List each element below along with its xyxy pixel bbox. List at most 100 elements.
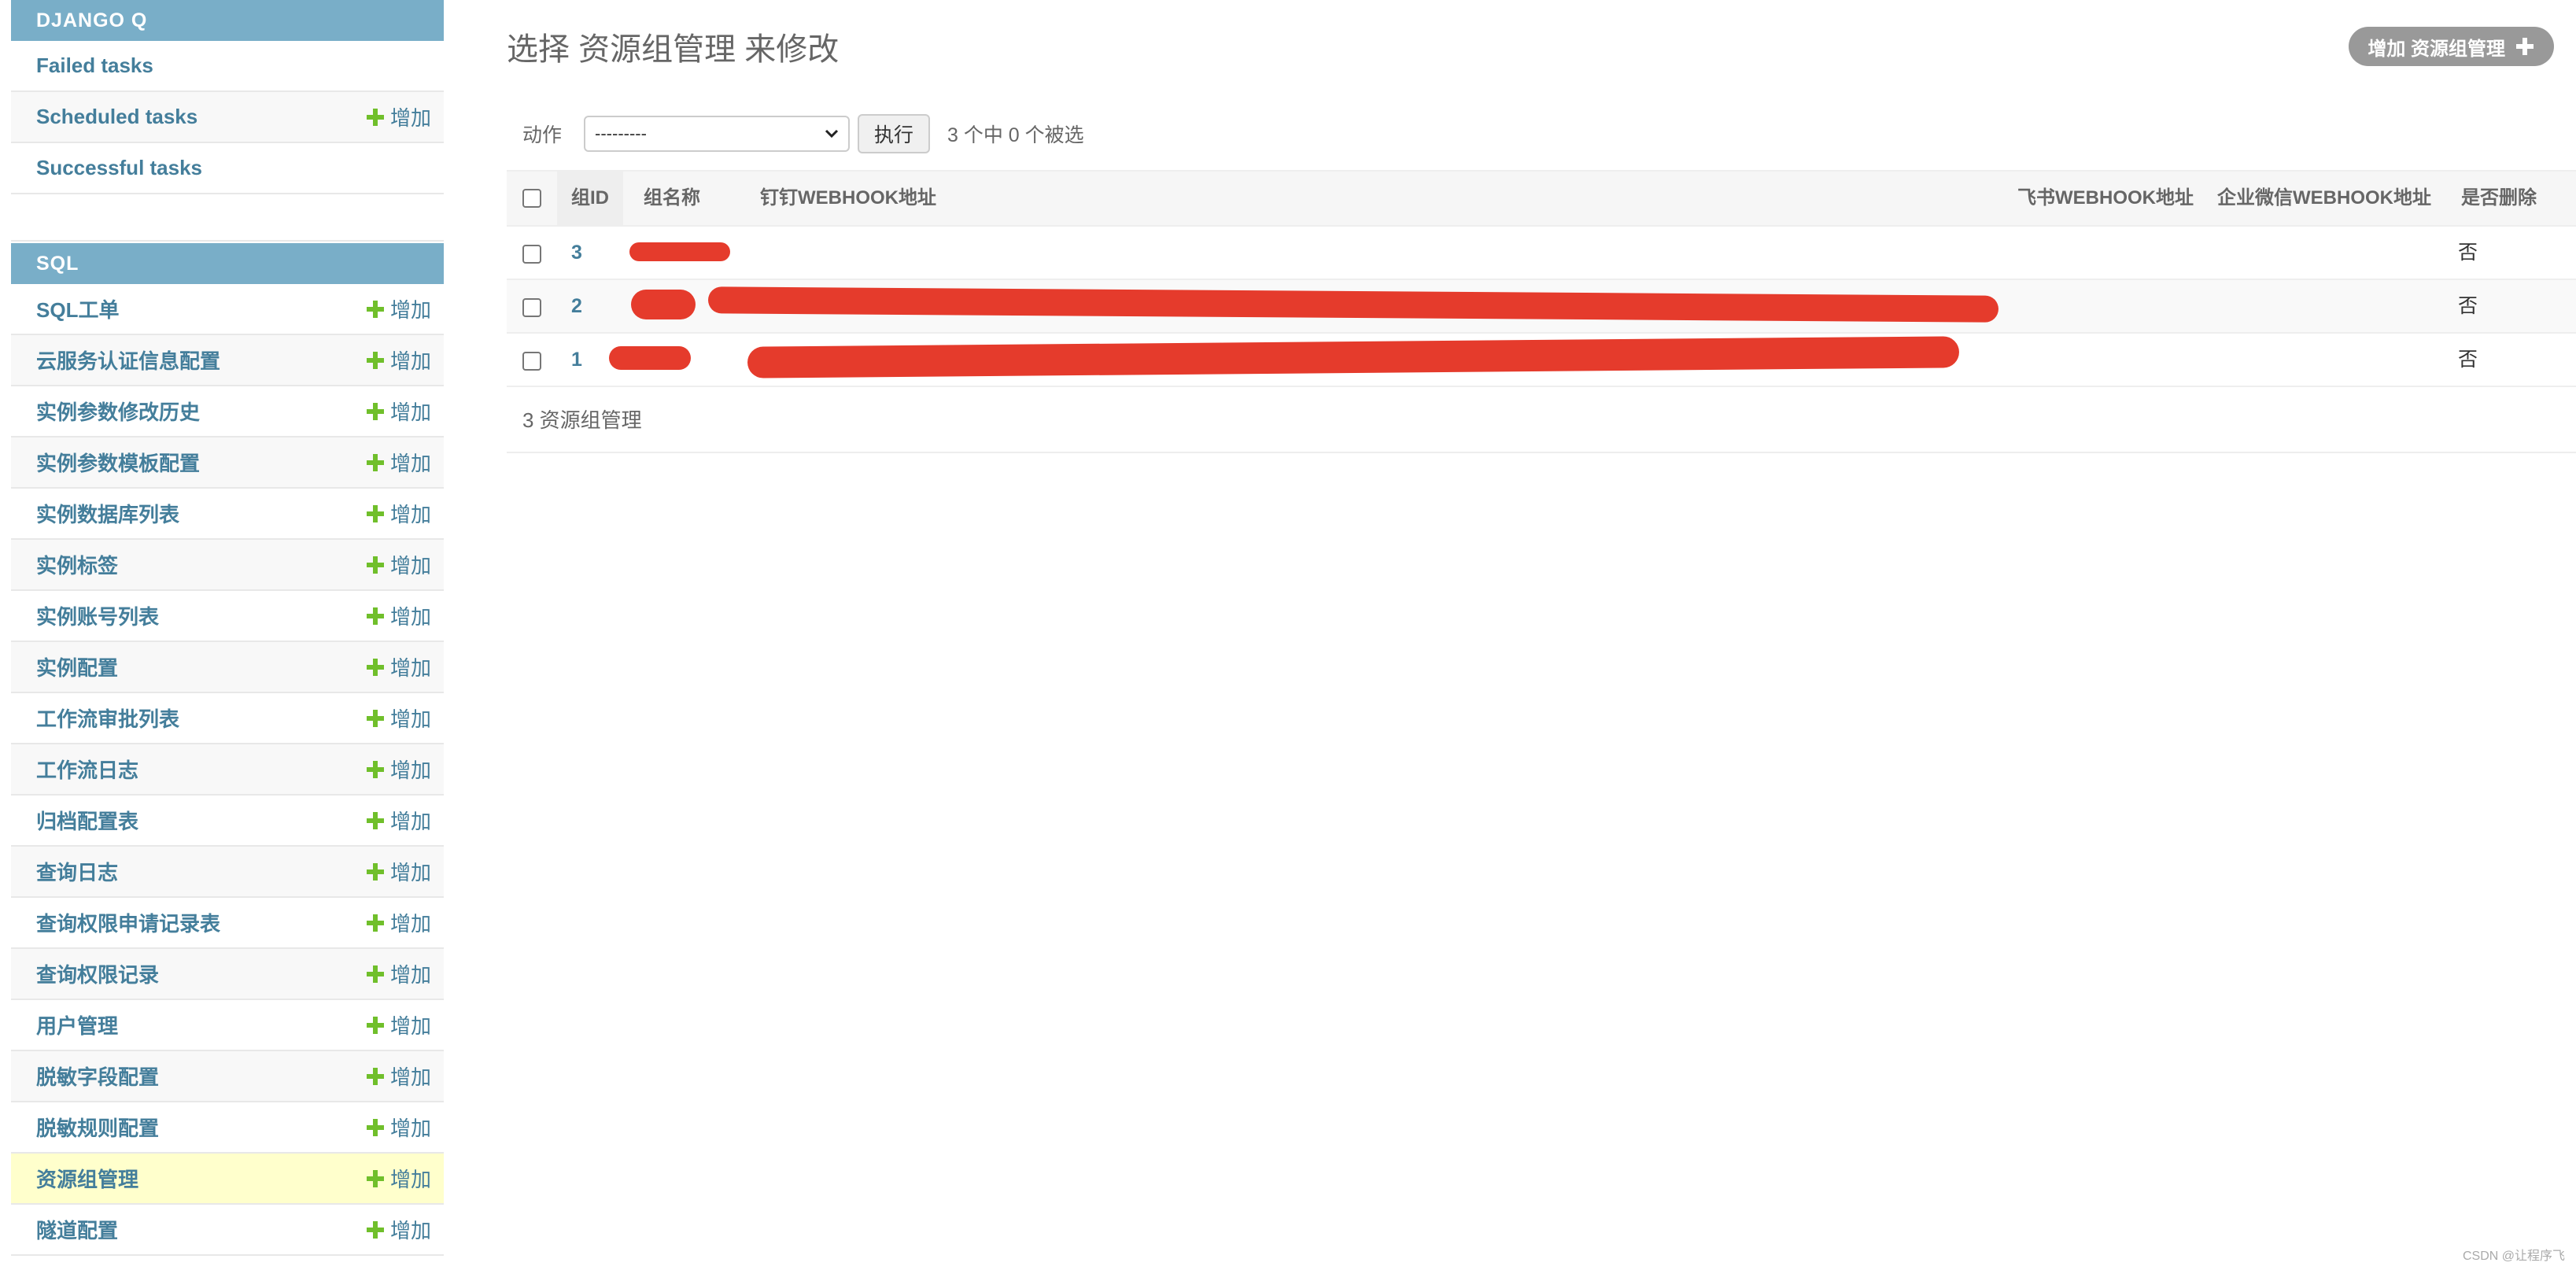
sidebar-item-archive-config[interactable]: 归档配置表 增加 (11, 796, 444, 847)
sidebar-item-masking-rule-config[interactable]: 脱敏规则配置 增加 (11, 1102, 444, 1154)
sidebar-item-label[interactable]: 用户管理 (36, 1010, 118, 1039)
sidebar-item-instance-accounts[interactable]: 实例账号列表 增加 (11, 591, 444, 642)
sidebar-item-user-management[interactable]: 用户管理 增加 (11, 1000, 444, 1051)
sidebar-item-label[interactable]: 工作流日志 (36, 755, 138, 784)
sidebar-item-cloud-auth-config[interactable]: 云服务认证信息配置 增加 (11, 335, 444, 386)
sidebar-item-label[interactable]: Successful tasks (36, 156, 202, 180)
plus-icon (366, 607, 384, 625)
add-link[interactable]: 增加 (366, 744, 431, 794)
action-select[interactable]: --------- (584, 116, 851, 152)
sidebar-item-label[interactable]: 实例标签 (36, 550, 118, 579)
redacted-group-name (629, 242, 730, 261)
add-link[interactable]: 增加 (366, 1205, 431, 1254)
row-id-link[interactable]: 1 (571, 334, 582, 386)
sidebar-item-label[interactable]: Scheduled tasks (36, 105, 197, 129)
sidebar-item-label[interactable]: Failed tasks (36, 54, 153, 78)
add-link[interactable]: 增加 (366, 92, 431, 142)
sidebar-item-masking-field-config[interactable]: 脱敏字段配置 增加 (11, 1051, 444, 1102)
column-header-name[interactable]: 组名称 (644, 172, 700, 225)
add-link[interactable]: 增加 (366, 1102, 431, 1152)
sidebar-item-workflow-log[interactable]: 工作流日志 增加 (11, 744, 444, 796)
actions-bar: 动作 --------- 执行 3 个中 0 个被选 (507, 110, 2554, 157)
sidebar-item-query-priv-apply[interactable]: 查询权限申请记录表 增加 (11, 898, 444, 949)
add-link[interactable]: 增加 (366, 1154, 431, 1203)
row-id-link[interactable]: 2 (571, 280, 582, 332)
add-link-label: 增加 (389, 298, 431, 322)
sidebar-item-scheduled-tasks[interactable]: Scheduled tasks 增加 (11, 92, 444, 143)
column-header-feishu-webhook[interactable]: 飞书WEBHOOK地址 (2017, 172, 2194, 225)
add-link[interactable]: 增加 (366, 949, 431, 999)
column-header-dingtalk-webhook[interactable]: 钉钉WEBHOOK地址 (760, 172, 936, 225)
sidebar-item-sql-ticket[interactable]: SQL工单 增加 (11, 284, 444, 335)
sidebar-item-label[interactable]: 资源组管理 (36, 1164, 138, 1193)
row-checkbox[interactable] (522, 334, 541, 386)
sidebar-item-successful-tasks[interactable]: Successful tasks (11, 143, 444, 194)
sidebar-item-label[interactable]: 云服务认证信息配置 (36, 345, 220, 375)
sidebar-item-label[interactable]: 实例配置 (36, 652, 118, 681)
redacted-webhook-url (747, 336, 1960, 378)
sidebar-item-label[interactable]: 归档配置表 (36, 806, 138, 835)
plus-icon (366, 300, 384, 318)
sidebar-item-label[interactable]: 隧道配置 (36, 1215, 118, 1244)
sidebar-item-workflow-audit[interactable]: 工作流审批列表 增加 (11, 693, 444, 744)
add-link[interactable]: 增加 (366, 796, 431, 845)
add-link[interactable]: 增加 (366, 540, 431, 589)
add-link-label: 增加 (389, 912, 431, 936)
sidebar-item-query-priv-record[interactable]: 查询权限记录 增加 (11, 949, 444, 1000)
sidebar-item-resource-group[interactable]: 资源组管理 增加 (11, 1154, 444, 1205)
execute-button[interactable]: 执行 (858, 114, 931, 153)
row-deleted-value: 否 (2458, 295, 2478, 317)
column-header-wecom-webhook[interactable]: 企业微信WEBHOOK地址 (2217, 172, 2431, 225)
sidebar-item-label[interactable]: 实例参数修改历史 (36, 397, 200, 426)
module-header-sql[interactable]: SQL (11, 243, 444, 284)
add-link[interactable]: 增加 (366, 284, 431, 334)
row-checkbox[interactable] (522, 227, 541, 279)
plus-icon (366, 965, 384, 983)
sidebar-item-instance-db-list[interactable]: 实例数据库列表 增加 (11, 489, 444, 540)
sidebar-item-instance-config[interactable]: 实例配置 增加 (11, 642, 444, 693)
add-link[interactable]: 增加 (366, 591, 431, 641)
sidebar-item-label[interactable]: 脱敏字段配置 (36, 1061, 159, 1091)
add-link-label: 增加 (389, 503, 431, 526)
sidebar-item-label[interactable]: SQL工单 (36, 294, 119, 323)
select-all-checkbox[interactable] (522, 172, 541, 225)
add-link[interactable]: 增加 (366, 1051, 431, 1101)
add-link[interactable]: 增加 (366, 437, 431, 487)
sidebar-item-label[interactable]: 工作流审批列表 (36, 703, 179, 733)
column-header-is-deleted[interactable]: 是否删除 (2461, 172, 2537, 225)
add-link[interactable]: 增加 (366, 489, 431, 538)
sidebar-item-instance-tags[interactable]: 实例标签 增加 (11, 540, 444, 591)
sidebar-item-label[interactable]: 查询权限申请记录表 (36, 908, 220, 937)
add-link-label: 增加 (389, 759, 431, 782)
add-link[interactable]: 增加 (366, 693, 431, 743)
add-resource-group-button[interactable]: 增加 资源组管理 (2349, 27, 2554, 66)
sidebar-item-query-log[interactable]: 查询日志 增加 (11, 847, 444, 898)
add-link-label: 增加 (389, 349, 431, 373)
sidebar-item-tunnel-config[interactable]: 隧道配置 增加 (11, 1205, 444, 1256)
sidebar-item-label[interactable]: 实例账号列表 (36, 601, 159, 630)
sidebar-item-instance-param-template[interactable]: 实例参数模板配置 增加 (11, 437, 444, 489)
row-checkbox[interactable] (522, 280, 541, 332)
sidebar-item-label[interactable]: 脱敏规则配置 (36, 1113, 159, 1142)
page-title: 选择 资源组管理 来修改 (507, 32, 840, 67)
sidebar-item-failed-tasks[interactable]: Failed tasks (11, 41, 444, 92)
sidebar-item-label[interactable]: 查询日志 (36, 857, 118, 886)
table-header: 组ID 组名称 钉钉WEBHOOK地址 飞书WEBHOOK地址 企业微信WEBH… (507, 170, 2576, 227)
plus-icon (366, 1016, 384, 1034)
sidebar-item-label[interactable]: 查询权限记录 (36, 959, 159, 988)
sidebar-item-label[interactable]: 实例数据库列表 (36, 499, 179, 528)
add-link-label: 增加 (389, 1065, 431, 1089)
add-link[interactable]: 增加 (366, 898, 431, 947)
plus-icon (366, 709, 384, 727)
row-id-link[interactable]: 3 (571, 227, 582, 279)
add-link[interactable]: 增加 (366, 335, 431, 385)
sidebar-item-instance-param-history[interactable]: 实例参数修改历史 增加 (11, 386, 444, 437)
column-header-id[interactable]: 组ID (557, 172, 623, 225)
add-link[interactable]: 增加 (366, 1000, 431, 1050)
result-count: 3 资源组管理 (507, 387, 2576, 453)
sidebar-item-label[interactable]: 实例参数模板配置 (36, 448, 200, 477)
add-link[interactable]: 增加 (366, 386, 431, 436)
add-link[interactable]: 增加 (366, 847, 431, 896)
module-header-django-q[interactable]: DJANGO Q (11, 0, 444, 41)
add-link[interactable]: 增加 (366, 642, 431, 692)
